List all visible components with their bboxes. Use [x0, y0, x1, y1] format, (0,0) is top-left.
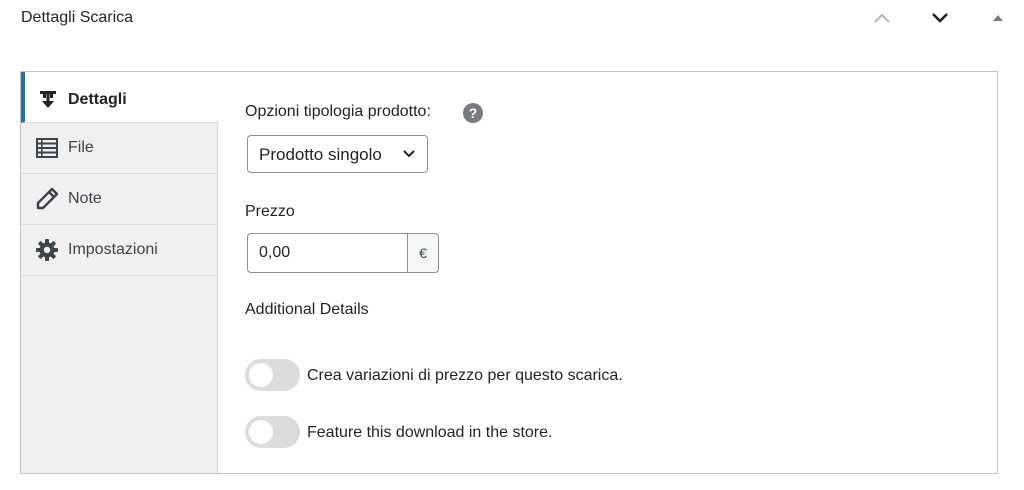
triangle-up-icon	[993, 15, 1003, 21]
download-arrow-icon	[35, 87, 61, 113]
price-variations-label: Crea variazioni di prezzo per questo sca…	[307, 367, 623, 384]
tab-label: Note	[68, 190, 102, 207]
chevron-down-icon	[932, 13, 948, 23]
product-type-select[interactable]: Prodotto singolo	[247, 135, 428, 173]
sidebar: Dettagli File Note Impostazioni	[21, 72, 219, 473]
price-input[interactable]	[247, 233, 408, 273]
move-up-button[interactable]	[868, 6, 896, 30]
price-label: Prezzo	[245, 203, 295, 220]
currency-addon: €	[407, 233, 439, 273]
tab-impostazioni[interactable]: Impostazioni	[21, 225, 218, 276]
product-type-label: Opzioni tipologia prodotto:	[245, 103, 431, 120]
feature-download-label: Feature this download in the store.	[307, 424, 553, 441]
chevron-up-icon	[874, 13, 890, 23]
feature-download-toggle[interactable]	[245, 416, 300, 448]
tab-dettagli[interactable]: Dettagli	[21, 72, 219, 123]
metabox-header: Dettagli Scarica	[0, 0, 1024, 40]
list-icon	[34, 135, 60, 161]
toggle-knob	[249, 420, 273, 444]
chevron-down-icon	[403, 150, 415, 158]
tab-label: Dettagli	[68, 91, 127, 108]
price-variations-toggle[interactable]	[245, 359, 300, 391]
tab-file[interactable]: File	[21, 123, 218, 174]
additional-details-heading: Additional Details	[245, 301, 369, 318]
toggle-panel-button[interactable]	[984, 6, 1012, 30]
move-down-button[interactable]	[926, 6, 954, 30]
tab-label: File	[68, 139, 94, 156]
metabox-title: Dettagli Scarica	[21, 9, 134, 26]
tab-note[interactable]: Note	[21, 174, 218, 225]
download-details-panel: Dettagli File Note Impostazioni Opzioni …	[20, 71, 998, 474]
gear-icon	[34, 237, 60, 263]
product-type-selected: Prodotto singolo	[259, 145, 382, 164]
pencil-icon	[34, 186, 60, 212]
help-icon[interactable]: ?	[463, 103, 483, 123]
toggle-knob	[249, 363, 273, 387]
tab-label: Impostazioni	[68, 241, 158, 258]
